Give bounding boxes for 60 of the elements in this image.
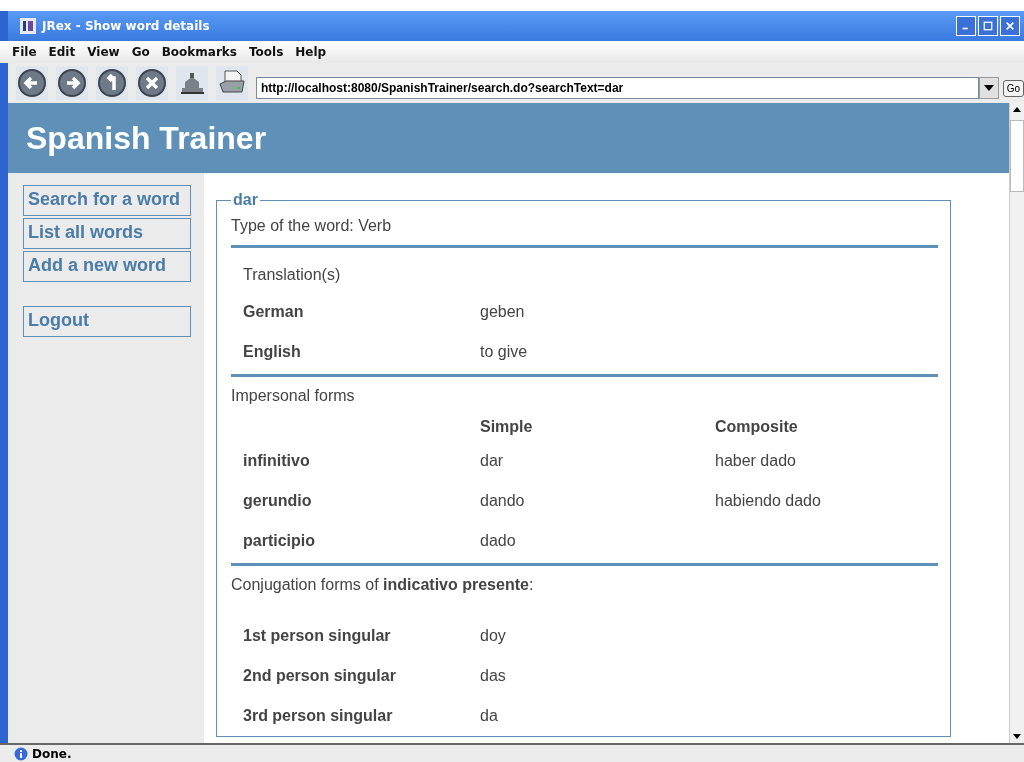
person-label: 2nd person singular [243,667,397,685]
status-text: Done. [32,746,72,761]
translation-text: to give [480,343,529,361]
info-icon [14,746,28,761]
table-cell-text: dado [480,532,517,550]
go-button[interactable]: Go [1002,79,1024,97]
section-heading: Translation(s) [242,265,342,285]
site-title: Spanish Trainer [26,119,267,157]
sidebar-link[interactable]: Logout [23,306,191,337]
scrollbar[interactable] [1009,103,1024,743]
scroll-up-icon[interactable] [1013,107,1021,112]
menu-item[interactable]: Edit [48,45,76,59]
menu-item[interactable]: Go [131,45,150,59]
window-title: JRex - Show word details [42,19,210,33]
table-cell-text: habiendo dado [715,492,822,510]
address-field[interactable]: http://localhost:8080/SpanishTrainer/search.do?searchText=dar [256,77,979,99]
table-cell-text: das [480,667,507,685]
printer-icon[interactable] [216,66,248,100]
person-label: 1st person singular [243,627,392,645]
menu-item[interactable]: View [87,45,120,59]
app-icon [20,18,36,34]
form-name: participio [243,532,316,550]
table-cell-text: haber dado [715,452,797,470]
section-heading: Impersonal forms [231,386,356,406]
reload-icon[interactable] [96,66,128,100]
scroll-down-icon[interactable] [1013,734,1021,739]
section-heading: Conjugation forms of indicativo presente: [231,575,535,595]
table-cell-text: da [480,707,499,725]
forward-icon[interactable] [56,66,88,100]
back-icon[interactable] [16,66,48,100]
person-label: 3rd person singular [243,707,394,725]
menu-item[interactable]: File [12,45,37,59]
translation-text: geben [480,303,526,321]
menu-item[interactable]: Help [295,45,327,59]
sidebar-link[interactable]: Search for a word [23,185,191,216]
word-type: Type of the word: Verb [231,216,393,236]
sidebar-link[interactable]: Add a new word [23,251,191,282]
house-icon[interactable] [176,66,208,100]
stop-icon[interactable] [136,66,168,100]
menu-item[interactable]: Bookmarks [161,45,237,59]
maximize-icon [983,21,993,31]
table-cell-text: dando [480,492,526,510]
table-cell-text: dar [480,452,505,470]
language-label: German [243,303,305,321]
dropdown-button[interactable] [978,77,999,99]
scroll-thumb[interactable] [1010,120,1024,192]
column-header: Composite [715,418,799,436]
caret-icon [983,85,994,91]
menu-item[interactable]: Tools [249,45,284,59]
table-cell-text: doy [480,627,507,645]
form-name: infinitivo [243,452,311,470]
close-button[interactable] [1000,16,1020,36]
form-name: gerundio [243,492,313,510]
column-header: Simple [480,418,534,436]
sidebar-link[interactable]: List all words [23,218,191,249]
language-label: English [243,343,302,361]
minimize-button[interactable] [956,16,976,36]
close-icon [1005,21,1015,31]
word-title: dar [232,191,259,209]
maximize-button[interactable] [978,16,998,36]
